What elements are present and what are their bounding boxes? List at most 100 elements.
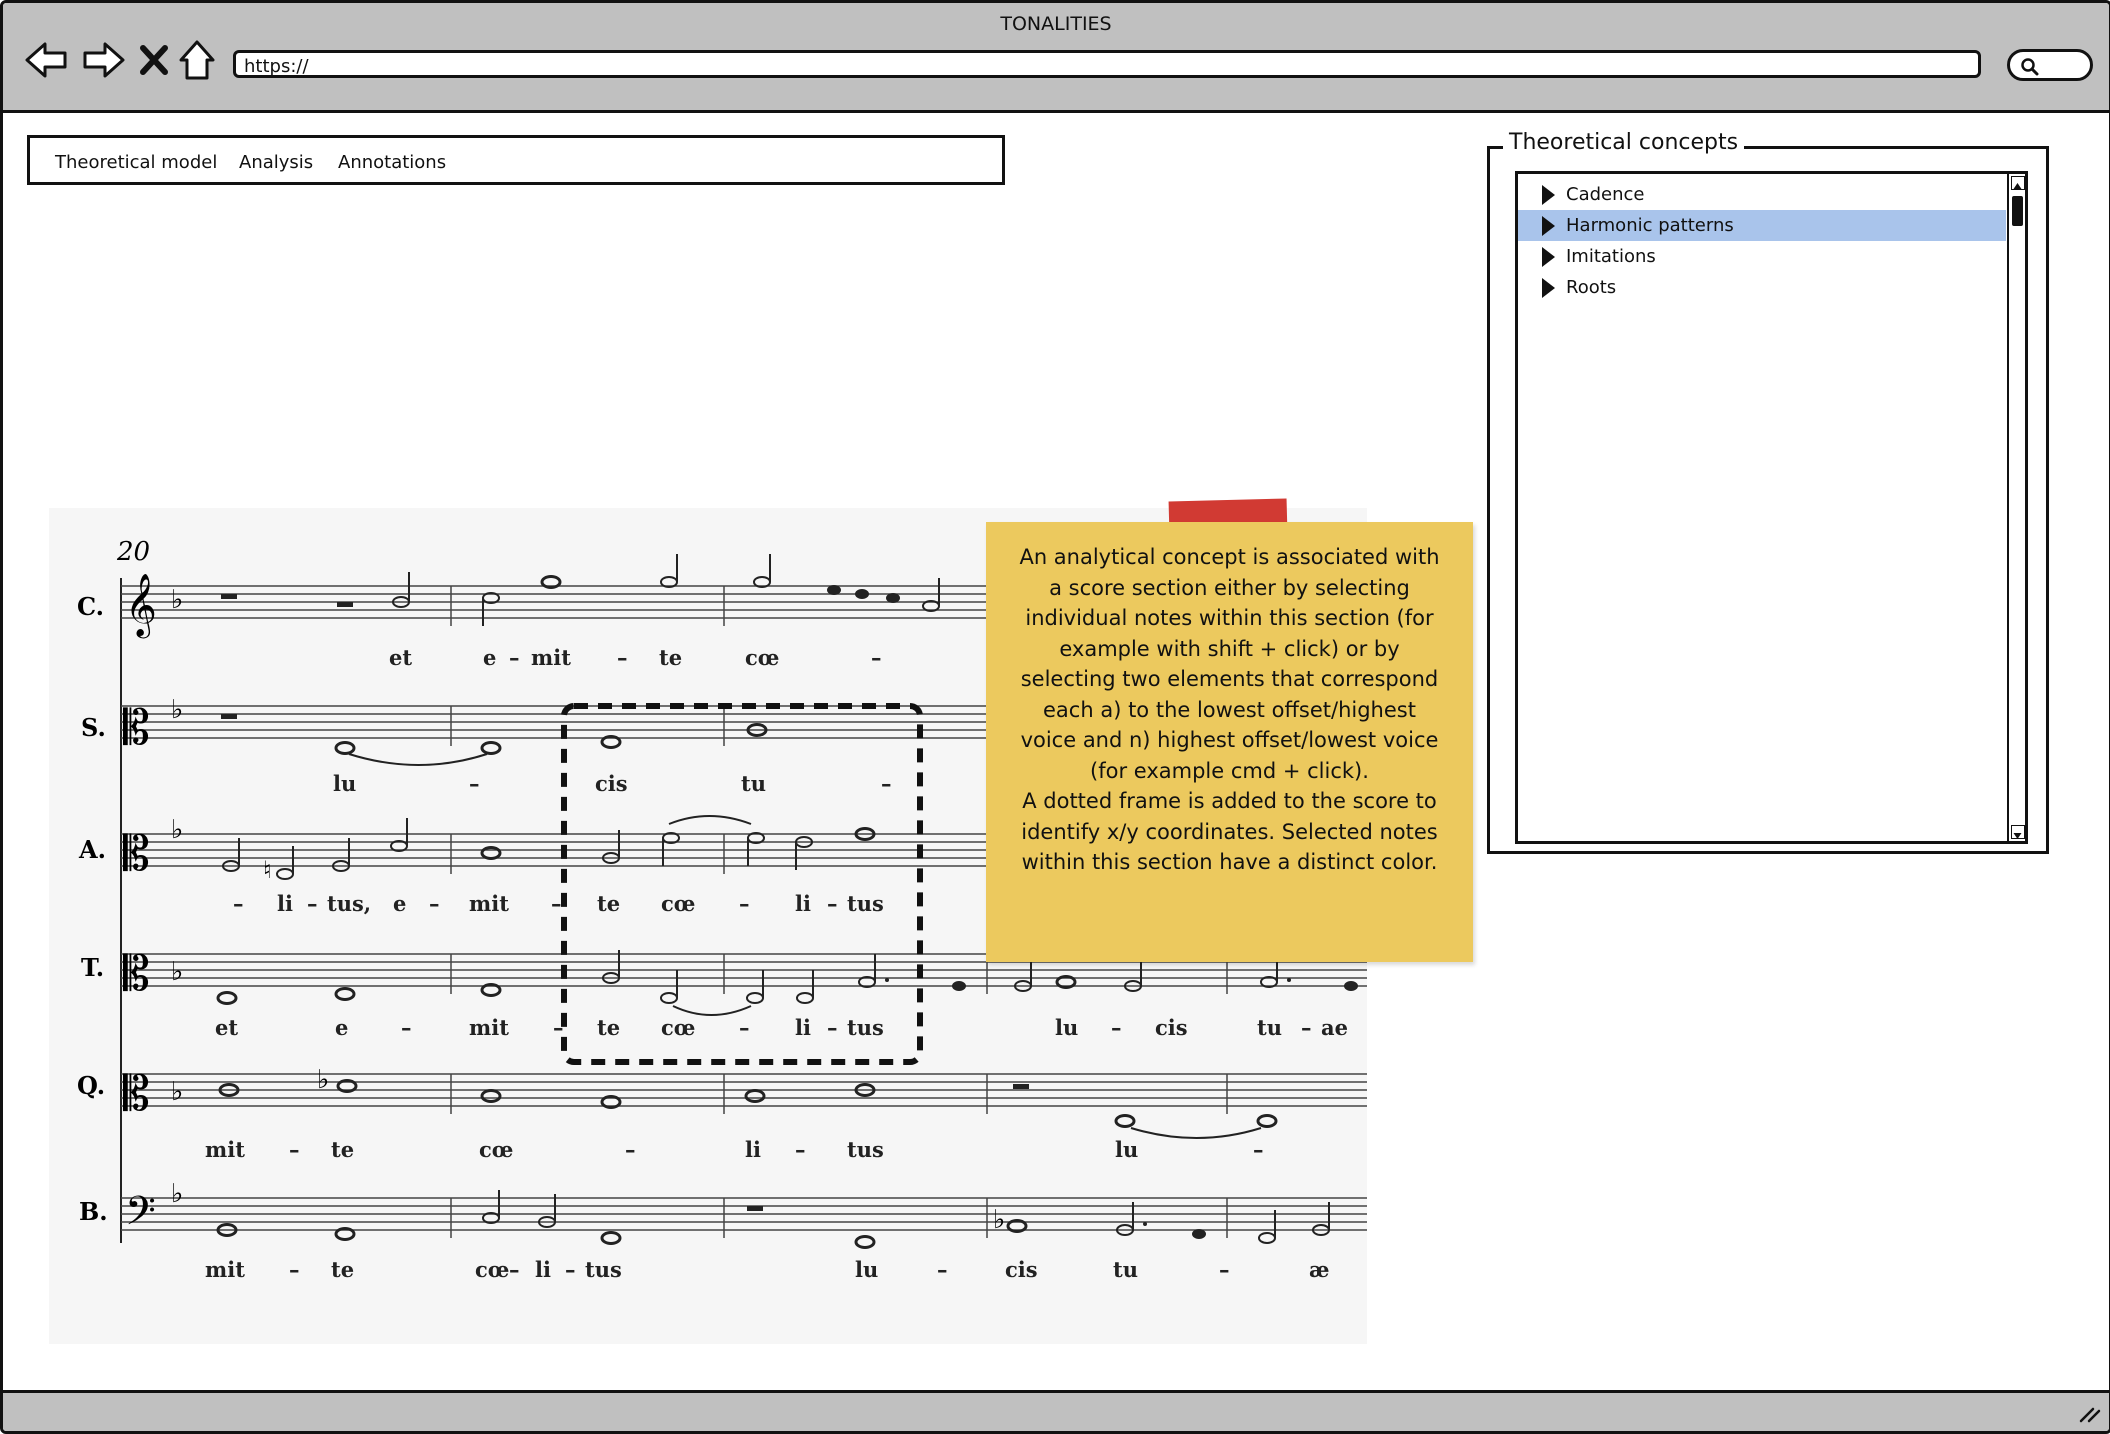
svg-text:te: te: [597, 1015, 620, 1040]
tree-item-imitations[interactable]: Imitations: [1518, 241, 2006, 272]
svg-text:–: –: [307, 891, 318, 916]
svg-text:♭: ♭: [993, 1205, 1005, 1235]
expand-arrow-icon[interactable]: [1542, 216, 1555, 236]
browser-toolbar: TONALITIES https://: [3, 3, 2109, 113]
svg-text:–: –: [551, 891, 562, 916]
svg-text:–: –: [1301, 1015, 1312, 1040]
menu-theoretical-model[interactable]: Theoretical model: [55, 152, 217, 173]
url-bar[interactable]: https://: [233, 50, 1981, 78]
svg-text:mit: mit: [531, 645, 571, 670]
sticky-note: An analytical concept is associated with…: [986, 522, 1473, 962]
status-bar: [3, 1390, 2109, 1431]
svg-text:tu: tu: [741, 771, 766, 796]
voice-label: T.: [81, 953, 104, 982]
svg-text:♭: ♭: [171, 815, 183, 845]
svg-text:cœ: cœ: [479, 1137, 513, 1162]
svg-text:ae: ae: [1321, 1015, 1348, 1040]
svg-text:–: –: [509, 645, 520, 670]
svg-text:li: li: [535, 1257, 551, 1282]
menu-analysis[interactable]: Analysis: [239, 152, 313, 173]
svg-text:li: li: [795, 1015, 811, 1040]
svg-text:–: –: [625, 1137, 636, 1162]
svg-text:–: –: [827, 1015, 838, 1040]
svg-text:–: –: [1253, 1137, 1264, 1162]
svg-text:–: –: [1219, 1257, 1230, 1282]
tree-item-cadence[interactable]: Cadence: [1518, 179, 2006, 210]
svg-text:tu: tu: [1257, 1015, 1282, 1040]
forward-arrow-icon[interactable]: [79, 38, 127, 86]
svg-text:–: –: [739, 891, 750, 916]
svg-text:e: e: [393, 891, 406, 916]
svg-text:–: –: [509, 1257, 520, 1282]
svg-text:et: et: [389, 645, 412, 670]
svg-text:–: –: [289, 1257, 300, 1282]
svg-text:cis: cis: [1155, 1015, 1188, 1040]
sticky-note-text: An analytical concept is associated with…: [1019, 545, 1440, 874]
svg-text:mit: mit: [205, 1137, 245, 1162]
svg-text:tus: tus: [585, 1257, 622, 1282]
svg-text:♭: ♭: [171, 957, 183, 987]
bass-clef-icon: 𝄢: [125, 1188, 156, 1244]
svg-text:♭: ♭: [171, 1179, 183, 1209]
svg-text:æ: æ: [1309, 1257, 1329, 1282]
svg-text:♭: ♭: [317, 1065, 329, 1095]
svg-text:lu: lu: [333, 771, 356, 796]
browser-window: TONALITIES https:// Theoretical model An…: [0, 0, 2110, 1434]
svg-text:–: –: [739, 1015, 750, 1040]
home-icon[interactable]: [175, 38, 223, 86]
voice-label: A.: [78, 835, 106, 864]
alto-clef-icon: 𝄡: [123, 946, 150, 1002]
resize-grip-icon[interactable]: [2079, 1405, 2101, 1423]
menu-annotations[interactable]: Annotations: [338, 152, 446, 173]
measure-number: 20: [116, 537, 150, 567]
tree-item-label: Cadence: [1566, 184, 1645, 205]
svg-text:–: –: [565, 1257, 576, 1282]
svg-text:♭: ♭: [171, 1077, 183, 1107]
tree-scrollbar[interactable]: [2007, 174, 2027, 841]
svg-text:mit: mit: [205, 1257, 245, 1282]
search-input[interactable]: [2007, 49, 2093, 81]
svg-text:–: –: [795, 1137, 806, 1162]
svg-text:li: li: [277, 891, 293, 916]
tree-item-label: Imitations: [1566, 246, 1656, 267]
svg-text:te: te: [597, 891, 620, 916]
svg-text:te: te: [331, 1257, 354, 1282]
svg-text:cœ: cœ: [745, 645, 779, 670]
expand-arrow-icon[interactable]: [1542, 247, 1555, 267]
svg-text:♭: ♭: [171, 585, 183, 615]
staff-b: B. 𝄢 ♭ ♭: [79, 1179, 1367, 1249]
svg-text:–: –: [881, 771, 892, 796]
back-arrow-icon[interactable]: [23, 38, 71, 86]
svg-text:te: te: [659, 645, 682, 670]
svg-text:cœ: cœ: [661, 1015, 695, 1040]
svg-text:li: li: [745, 1137, 761, 1162]
scroll-down-button[interactable]: [2011, 825, 2025, 839]
svg-text:tus: tus: [847, 1137, 884, 1162]
scroll-up-button[interactable]: [2011, 176, 2025, 190]
concepts-tree: Cadence Harmonic patterns Imitations Roo…: [1515, 171, 2028, 844]
voice-label: B.: [79, 1197, 108, 1226]
svg-text:lu: lu: [1115, 1137, 1138, 1162]
svg-text:–: –: [1111, 1015, 1122, 1040]
staff-q: Q. 𝄡 ♭ ♭: [77, 1065, 1367, 1139]
tree-item-roots[interactable]: Roots: [1518, 272, 2006, 303]
close-icon[interactable]: [137, 38, 173, 86]
voice-label: Q.: [77, 1071, 105, 1100]
expand-arrow-icon[interactable]: [1542, 278, 1555, 298]
expand-arrow-icon[interactable]: [1542, 185, 1555, 205]
svg-text:–: –: [827, 891, 838, 916]
svg-text:–: –: [469, 771, 480, 796]
voice-label: C.: [77, 592, 104, 621]
svg-text:lu: lu: [1055, 1015, 1078, 1040]
tree-item-harmonic-patterns[interactable]: Harmonic patterns: [1518, 210, 2006, 241]
svg-text:mit: mit: [469, 1015, 509, 1040]
treble-clef-icon: 𝄞: [125, 573, 157, 639]
svg-text:e: e: [335, 1015, 348, 1040]
scroll-thumb[interactable]: [2012, 196, 2023, 226]
svg-text:♭: ♭: [171, 695, 183, 725]
svg-text:–: –: [937, 1257, 948, 1282]
svg-text:tus,: tus,: [327, 891, 371, 916]
svg-text:♮: ♮: [263, 856, 272, 884]
tree-item-label: Roots: [1566, 277, 1617, 298]
svg-text:tus: tus: [847, 1015, 884, 1040]
